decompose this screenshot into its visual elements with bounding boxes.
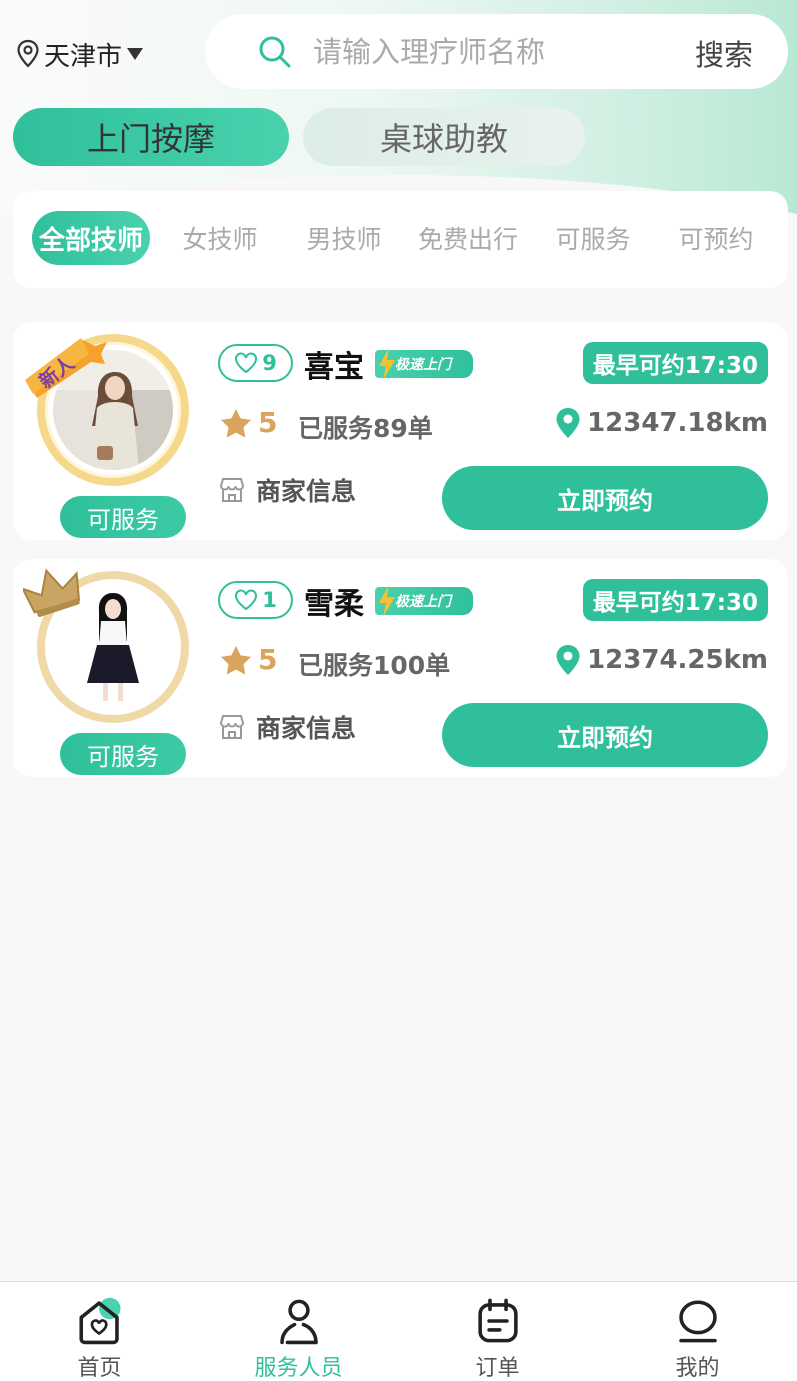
location-pin-icon bbox=[556, 408, 580, 438]
status-badge: 可服务 bbox=[60, 496, 186, 538]
store-icon bbox=[219, 478, 245, 502]
location-pin-icon bbox=[17, 39, 39, 68]
status-badge: 可服务 bbox=[60, 733, 186, 775]
therapist-card[interactable]: 可服务 1 雪柔 极速上门 最早可约17:30 5 已服务100单 12374.… bbox=[13, 559, 788, 777]
heart-icon bbox=[235, 589, 258, 611]
search-icon bbox=[259, 36, 291, 68]
like-button[interactable]: 9 bbox=[218, 344, 293, 382]
order-icon bbox=[477, 1298, 518, 1343]
home-icon bbox=[78, 1297, 121, 1345]
avatar[interactable]: 可服务 bbox=[23, 568, 193, 775]
heart-icon bbox=[235, 352, 258, 374]
distance-value: 12374.25km bbox=[587, 645, 768, 675]
star-icon bbox=[221, 408, 251, 437]
filter-available[interactable]: 可服务 bbox=[540, 211, 646, 265]
dropdown-triangle-icon bbox=[127, 48, 144, 60]
merchant-info-link[interactable]: 商家信息 bbox=[218, 709, 356, 745]
lightning-icon bbox=[379, 585, 395, 617]
served-count: 已服务89单 bbox=[298, 414, 433, 443]
tab-orders[interactable]: 订单 bbox=[398, 1282, 597, 1381]
rating: 5 bbox=[220, 643, 277, 676]
tab-label: 服务人员 bbox=[254, 1356, 343, 1381]
filter-all[interactable]: 全部技师 bbox=[32, 211, 150, 265]
lightning-icon bbox=[379, 348, 395, 380]
tab-label: 我的 bbox=[675, 1356, 720, 1381]
star-icon bbox=[221, 645, 251, 674]
filter-male[interactable]: 男技师 bbox=[289, 211, 399, 265]
search-button[interactable]: 搜索 bbox=[695, 32, 753, 74]
distance: 12347.18km bbox=[555, 407, 768, 439]
filter-female[interactable]: 女技师 bbox=[165, 211, 275, 265]
tab-billiards-coach[interactable]: 桌球助教 bbox=[303, 108, 585, 166]
tab-label: 首页 bbox=[77, 1356, 122, 1381]
category-tabs: 上门按摩 桌球助教 bbox=[13, 108, 585, 166]
like-count: 9 bbox=[262, 351, 277, 375]
search-input[interactable] bbox=[313, 32, 653, 72]
served-count: 已服务100单 bbox=[298, 651, 451, 680]
therapist-name: 雪柔 bbox=[304, 587, 364, 622]
tab-home-massage[interactable]: 上门按摩 bbox=[13, 108, 289, 166]
rating-value: 5 bbox=[258, 406, 278, 439]
filter-bookable[interactable]: 可预约 bbox=[663, 211, 769, 265]
avatar[interactable]: 新人 可服务 bbox=[23, 332, 193, 538]
profile-icon bbox=[678, 1300, 717, 1343]
filter-free-travel[interactable]: 免费出行 bbox=[408, 211, 528, 265]
city-selector[interactable]: 天津市 bbox=[16, 34, 148, 74]
book-now-button[interactable]: 立即预约 bbox=[442, 466, 768, 530]
bottom-tab-bar: 首页 服务人员 订单 我的 bbox=[0, 1281, 797, 1381]
distance-value: 12347.18km bbox=[587, 408, 768, 438]
rating: 5 bbox=[220, 406, 277, 439]
tab-service-staff[interactable]: 服务人员 bbox=[199, 1282, 398, 1381]
earliest-time-badge: 最早可约17:30 bbox=[582, 342, 768, 384]
merchant-info-link[interactable]: 商家信息 bbox=[218, 472, 356, 508]
filter-bar: 全部技师 女技师 男技师 免费出行 可服务 可预约 bbox=[13, 191, 788, 288]
book-now-button[interactable]: 立即预约 bbox=[442, 703, 768, 767]
person-icon bbox=[279, 1299, 318, 1345]
fast-service-badge: 极速上门 bbox=[375, 585, 473, 617]
therapist-card[interactable]: 新人 可服务 9 喜宝 极速上门 最早可约17:30 5 已服务89单 1234… bbox=[13, 322, 788, 540]
store-icon bbox=[219, 715, 245, 739]
earliest-time-badge: 最早可约17:30 bbox=[582, 579, 768, 621]
tab-label: 订单 bbox=[475, 1356, 520, 1381]
city-name: 天津市 bbox=[44, 41, 123, 72]
like-count: 1 bbox=[262, 588, 277, 612]
tab-profile[interactable]: 我的 bbox=[598, 1282, 797, 1381]
location-pin-icon bbox=[556, 645, 580, 675]
rating-value: 5 bbox=[258, 643, 278, 676]
crown-icon bbox=[23, 568, 81, 617]
tab-home[interactable]: 首页 bbox=[0, 1282, 199, 1381]
therapist-name: 喜宝 bbox=[304, 350, 364, 385]
fast-service-badge: 极速上门 bbox=[375, 348, 473, 380]
search-bar: 搜索 bbox=[205, 14, 788, 89]
like-button[interactable]: 1 bbox=[218, 581, 293, 619]
distance: 12374.25km bbox=[555, 644, 768, 676]
